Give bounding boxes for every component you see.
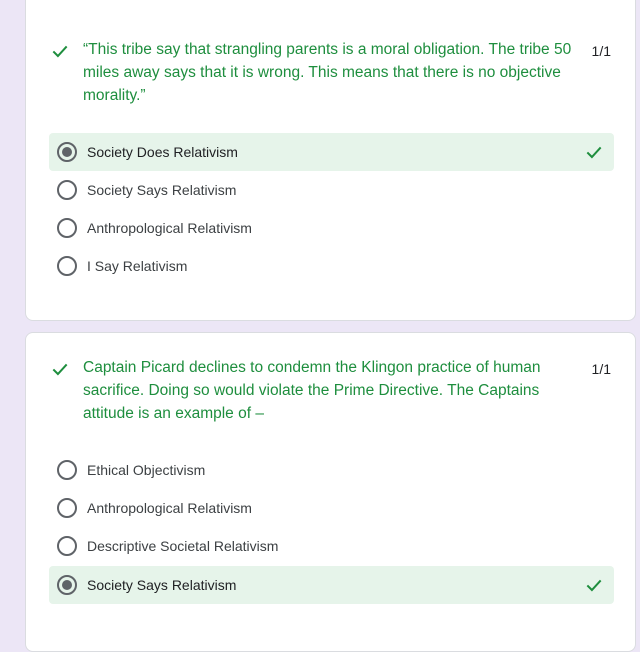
answer-option[interactable]: Ethical Objectivism xyxy=(49,451,614,489)
answer-option[interactable]: Society Says Relativism xyxy=(49,566,614,604)
answer-option[interactable]: Society Says Relativism xyxy=(49,171,614,209)
answer-label: Anthropological Relativism xyxy=(87,220,252,236)
radio-button-checked[interactable] xyxy=(57,142,77,162)
answer-option[interactable]: I Say Relativism xyxy=(49,247,614,285)
checkmark-icon xyxy=(586,579,602,592)
answer-label: Anthropological Relativism xyxy=(87,500,252,516)
checkmark-icon xyxy=(52,45,68,58)
radio-button[interactable] xyxy=(57,218,77,238)
answer-label: Society Says Relativism xyxy=(87,577,237,593)
answer-label: Ethical Objectivism xyxy=(87,462,206,478)
checkmark-icon xyxy=(586,146,602,159)
radio-button[interactable] xyxy=(57,256,77,276)
answer-label: Society Does Relativism xyxy=(87,144,238,160)
question-score: 1/1 xyxy=(591,43,611,59)
question-card: Captain Picard declines to condemn the K… xyxy=(25,332,636,652)
question-text: “This tribe say that strangling parents … xyxy=(83,41,572,104)
answer-option[interactable]: Anthropological Relativism xyxy=(49,489,614,527)
radio-button-checked[interactable] xyxy=(57,575,77,595)
radio-button[interactable] xyxy=(57,460,77,480)
radio-button[interactable] xyxy=(57,498,77,518)
answer-label: I Say Relativism xyxy=(87,258,188,274)
answer-label: Descriptive Societal Relativism xyxy=(87,538,279,554)
answer-option[interactable]: Society Does Relativism xyxy=(49,133,614,171)
question-text: Captain Picard declines to condemn the K… xyxy=(83,359,541,422)
question-card: “This tribe say that strangling parents … xyxy=(25,0,636,321)
answer-option[interactable]: Anthropological Relativism xyxy=(49,209,614,247)
checkmark-icon xyxy=(52,363,68,376)
question-score: 1/1 xyxy=(591,361,611,377)
radio-button[interactable] xyxy=(57,536,77,556)
radio-button[interactable] xyxy=(57,180,77,200)
answer-label: Society Says Relativism xyxy=(87,182,237,198)
answer-option[interactable]: Descriptive Societal Relativism xyxy=(49,527,614,565)
